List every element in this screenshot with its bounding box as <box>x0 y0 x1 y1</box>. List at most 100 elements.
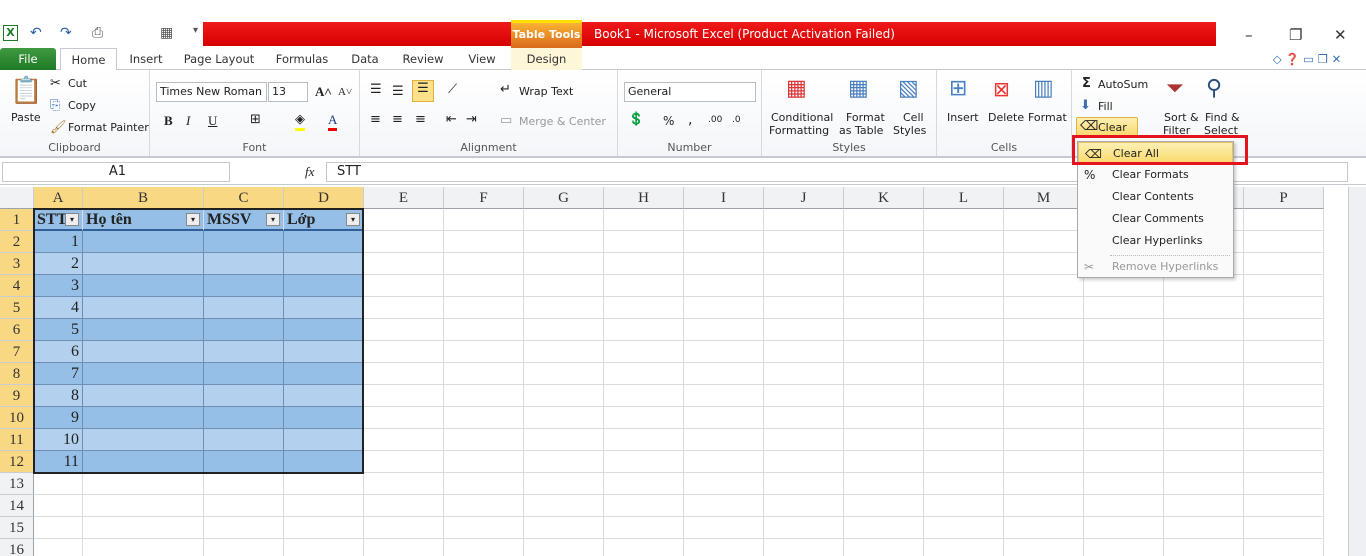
row-header[interactable]: 5 <box>0 297 34 319</box>
cell[interactable] <box>1244 253 1324 275</box>
cell[interactable] <box>604 385 684 407</box>
cell[interactable] <box>1164 341 1244 363</box>
table-cell[interactable]: 3 <box>34 275 83 297</box>
format-button[interactable]: Format <box>1028 111 1067 124</box>
cell[interactable] <box>524 253 604 275</box>
grow-font-icon[interactable]: A˄ <box>315 84 332 100</box>
tab-home[interactable]: Home <box>60 48 117 71</box>
table-cell[interactable] <box>204 451 284 473</box>
table-cell[interactable] <box>83 407 204 429</box>
cell[interactable] <box>844 539 924 556</box>
cell[interactable] <box>1084 341 1164 363</box>
cell[interactable] <box>684 341 764 363</box>
cell[interactable] <box>924 495 1004 517</box>
italic-icon[interactable]: I <box>186 113 190 129</box>
cell[interactable] <box>844 231 924 253</box>
cell[interactable] <box>1244 539 1324 556</box>
cell[interactable] <box>924 209 1004 231</box>
cell[interactable] <box>1084 495 1164 517</box>
row-header[interactable]: 3 <box>0 253 34 275</box>
percent-button[interactable]: % <box>663 114 674 128</box>
restore-icon[interactable]: ❐ <box>1289 26 1302 44</box>
cell[interactable] <box>204 517 284 539</box>
cell[interactable] <box>844 385 924 407</box>
cell[interactable] <box>1084 275 1164 297</box>
cell[interactable] <box>444 517 524 539</box>
menu-item-clear-hyperlinks[interactable]: Clear Hyperlinks <box>1078 230 1233 252</box>
cell[interactable] <box>1244 297 1324 319</box>
table-cell[interactable] <box>284 253 364 275</box>
cell[interactable] <box>684 385 764 407</box>
table-cell[interactable]: 7 <box>34 363 83 385</box>
cell[interactable] <box>1084 429 1164 451</box>
cell[interactable] <box>604 297 684 319</box>
cell[interactable] <box>684 319 764 341</box>
cell[interactable] <box>444 429 524 451</box>
find-select-line1[interactable]: Find & <box>1205 111 1240 124</box>
delete-button[interactable]: Delete <box>988 111 1024 124</box>
column-header[interactable]: P <box>1244 187 1324 209</box>
cell[interactable] <box>1164 407 1244 429</box>
cell[interactable] <box>524 495 604 517</box>
table-icon[interactable]: ▦ <box>160 25 173 41</box>
cell[interactable] <box>1004 275 1084 297</box>
row-header[interactable]: 7 <box>0 341 34 363</box>
cell[interactable] <box>1004 341 1084 363</box>
minimize-icon[interactable]: – <box>1245 26 1253 44</box>
cell[interactable] <box>1244 385 1324 407</box>
table-cell[interactable] <box>204 231 284 253</box>
cell[interactable] <box>524 297 604 319</box>
cell[interactable] <box>604 209 684 231</box>
cell[interactable] <box>524 363 604 385</box>
cell[interactable] <box>364 341 444 363</box>
fill-button[interactable]: Fill <box>1098 100 1113 113</box>
cell[interactable] <box>1244 231 1324 253</box>
table-cell[interactable] <box>83 429 204 451</box>
insert-button[interactable]: Insert <box>947 111 979 124</box>
align-left-icon[interactable]: ≡ <box>370 112 381 128</box>
decrease-indent-icon[interactable]: ⇤ <box>446 112 457 128</box>
cell[interactable] <box>604 319 684 341</box>
cell[interactable] <box>684 209 764 231</box>
cell[interactable] <box>444 451 524 473</box>
cell[interactable] <box>444 209 524 231</box>
align-right-icon[interactable]: ≡ <box>415 112 426 128</box>
cell[interactable] <box>204 539 284 556</box>
cell[interactable] <box>924 429 1004 451</box>
cell[interactable] <box>844 517 924 539</box>
cell[interactable] <box>83 473 204 495</box>
cell[interactable] <box>764 495 844 517</box>
filter-dropdown-icon[interactable]: ▾ <box>65 213 79 226</box>
close-icon[interactable]: ✕ <box>1334 26 1347 44</box>
row-header[interactable]: 11 <box>0 429 34 451</box>
cell[interactable] <box>1244 363 1324 385</box>
row-header[interactable]: 9 <box>0 385 34 407</box>
cell[interactable] <box>1084 539 1164 556</box>
cell[interactable] <box>524 319 604 341</box>
currency-icon[interactable]: 💲 <box>628 112 644 128</box>
cell[interactable] <box>924 253 1004 275</box>
cell[interactable] <box>924 473 1004 495</box>
cell[interactable] <box>604 363 684 385</box>
cell[interactable] <box>1004 451 1084 473</box>
cell[interactable] <box>844 341 924 363</box>
table-cell[interactable] <box>284 407 364 429</box>
cut-button[interactable]: Cut <box>68 77 87 90</box>
cell[interactable] <box>83 517 204 539</box>
cell[interactable] <box>364 319 444 341</box>
cell[interactable] <box>1004 407 1084 429</box>
cell[interactable] <box>924 275 1004 297</box>
cell[interactable] <box>764 231 844 253</box>
cell[interactable] <box>764 407 844 429</box>
cell[interactable] <box>764 297 844 319</box>
cell[interactable] <box>1164 319 1244 341</box>
cell[interactable] <box>284 473 364 495</box>
cell[interactable] <box>924 517 1004 539</box>
table-cell[interactable] <box>83 385 204 407</box>
table-cell[interactable]: 4 <box>34 297 83 319</box>
table-cell[interactable] <box>83 319 204 341</box>
column-header[interactable]: H <box>604 187 684 209</box>
cell[interactable] <box>764 517 844 539</box>
cell[interactable] <box>1244 473 1324 495</box>
cell[interactable] <box>764 539 844 556</box>
